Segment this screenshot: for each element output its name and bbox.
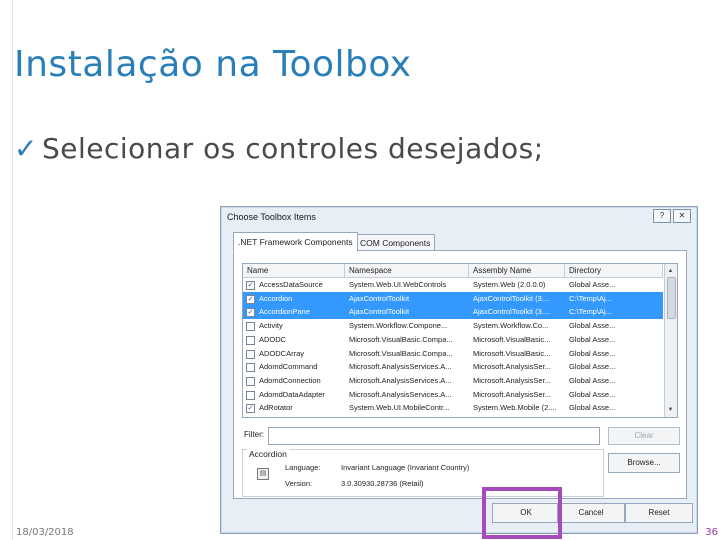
cell-directory: Global Asse... [569, 389, 616, 399]
browse-button[interactable]: Browse... [608, 453, 680, 473]
cell-directory: Global Asse... [569, 375, 616, 385]
cell-name: ADODCArray [259, 348, 305, 358]
cell-namespace: Microsoft.AnalysisServices.A... [349, 389, 452, 399]
cell-assembly: AjaxControlToolkit (3.... [473, 307, 551, 317]
selected-component-name: Accordion [247, 449, 289, 459]
cell-namespace: Microsoft.AnalysisServices.A... [349, 375, 452, 385]
cell-assembly: Microsoft.AnalysisSer... [473, 375, 551, 385]
list-item[interactable]: Activity System.Workflow.Compone... System… [243, 319, 663, 333]
tab-net-framework-components[interactable]: .NET Framework Components [233, 232, 358, 252]
slide-left-rule [12, 0, 13, 540]
cell-namespace: System.Workflow.Compone... [349, 321, 448, 331]
cell-name: Activity [259, 321, 283, 331]
checkmark-icon: ✓ [14, 132, 38, 165]
list-header: Name Namespace Assembly Name Directory [243, 264, 663, 278]
ok-button-highlight [482, 487, 562, 539]
cell-assembly: System.Web (2.0.0.0) [473, 280, 546, 289]
item-checkbox[interactable]: ✓ [246, 294, 255, 304]
column-header-directory[interactable]: Directory [565, 264, 663, 277]
version-value: 3.0.30930.28736 (Retail) [341, 479, 424, 488]
version-label: Version: [285, 479, 313, 488]
cell-namespace: System.Web.UI.MobileContr... [349, 403, 450, 413]
language-value: Invariant Language (Invariant Country) [341, 463, 470, 472]
list-item[interactable]: ✓ AccordionPane AjaxControlToolkit AjaxCont… [243, 305, 663, 319]
item-checkbox[interactable]: ✓ [246, 404, 255, 414]
list-item[interactable]: ✓ AccessDataSource System.Web.UI.WebContro… [243, 278, 663, 292]
cell-directory: Global Asse... [569, 403, 616, 413]
cell-assembly: Microsoft.AnalysisSer... [473, 362, 551, 372]
cell-directory: Global Asse... [569, 362, 616, 372]
help-button[interactable]: ? [653, 209, 671, 223]
cell-name: AdomdCommand [259, 362, 318, 372]
cell-namespace: AjaxControlToolkit [349, 307, 410, 317]
components-list: Name Namespace Assembly Name Directory ✓… [242, 263, 678, 418]
cell-namespace: System.Web.UI.WebControls [349, 280, 447, 289]
cell-name: AccessDataSource [259, 280, 323, 289]
list-item[interactable]: ✓ Accordion AjaxControlToolkit AjaxControlT… [243, 291, 663, 306]
cell-name: Accordion [259, 293, 293, 303]
item-checkbox[interactable] [246, 376, 255, 386]
list-item[interactable]: AdomdConnection Microsoft.AnalysisService… [243, 374, 663, 388]
column-header-name[interactable]: Name [243, 264, 345, 277]
cell-name: ADODC [259, 334, 287, 344]
list-item[interactable]: ADODCArray Microsoft.VisualBasic.Compa...… [243, 347, 663, 361]
cell-assembly: System.Workflow.Co... [473, 321, 549, 331]
cell-directory: Global Asse... [569, 280, 616, 289]
cell-namespace: Microsoft.VisualBasic.Compa... [349, 334, 453, 344]
bullet-item: ✓ Selecionar os controles desejados; [14, 132, 544, 165]
bullet-text: Selecionar os controles desejados; [41, 132, 544, 165]
filter-label: Filter: [244, 430, 264, 439]
cell-assembly: Microsoft.VisualBasic... [473, 334, 551, 344]
language-label: Language: [285, 463, 321, 472]
close-button[interactable]: ✕ [673, 209, 691, 223]
cell-directory: C:\Temp\Aj... [569, 293, 612, 303]
tab-panel: Name Namespace Assembly Name Directory ✓… [233, 250, 687, 499]
choose-toolbox-items-dialog: Choose Toolbox Items ? ✕ .NET Framework … [220, 206, 698, 534]
item-checkbox[interactable]: ✓ [246, 308, 255, 318]
column-header-namespace[interactable]: Namespace [345, 264, 469, 277]
cell-assembly: Microsoft.AnalysisSer... [473, 389, 551, 399]
cell-namespace: Microsoft.AnalysisServices.A... [349, 362, 452, 372]
clear-button[interactable]: Clear [608, 427, 680, 445]
list-item[interactable]: ✓ AdRotator System.Web.UI.MobileContr... Sy… [243, 401, 663, 415]
scroll-thumb[interactable] [667, 277, 676, 319]
cell-namespace: Microsoft.VisualBasic.Compa... [349, 348, 453, 358]
item-checkbox[interactable] [246, 322, 255, 332]
slide-page-number: 36 [705, 527, 718, 538]
list-item[interactable]: AdomdDataAdapter Microsoft.AnalysisServic… [243, 388, 663, 402]
cancel-button[interactable]: Cancel [557, 503, 625, 523]
component-icon: ▤ [257, 468, 269, 480]
slide-title: Instalação na Toolbox [14, 44, 412, 85]
item-checkbox[interactable]: ✓ [246, 281, 255, 290]
filter-input[interactable] [268, 427, 600, 445]
cell-name: AdomdDataAdapter [259, 389, 325, 399]
item-checkbox[interactable] [246, 363, 255, 373]
cell-directory: Global Asse... [569, 348, 616, 358]
cell-name: AdomdConnection [259, 375, 321, 385]
cell-directory: Global Asse... [569, 321, 616, 331]
column-header-assembly-name[interactable]: Assembly Name [469, 264, 565, 277]
list-item[interactable]: AdomdCommand Microsoft.AnalysisServices.A… [243, 360, 663, 374]
scroll-down-icon[interactable]: ▼ [666, 405, 675, 415]
item-checkbox[interactable] [246, 335, 255, 345]
cell-assembly: System.Web.Mobile (2.... [473, 403, 557, 413]
cell-assembly: Microsoft.VisualBasic... [473, 348, 551, 358]
scroll-up-icon[interactable]: ▲ [666, 266, 675, 276]
vertical-scrollbar[interactable]: ▲ ▼ [664, 264, 677, 417]
cell-namespace: AjaxControlToolkit [349, 293, 410, 303]
reset-button[interactable]: Reset [625, 503, 693, 523]
slide-date: 18/03/2018 [16, 527, 74, 538]
item-checkbox[interactable] [246, 390, 255, 400]
dialog-title: Choose Toolbox Items [227, 212, 316, 222]
cell-name: AdRotator [259, 403, 293, 413]
item-checkbox[interactable] [246, 349, 255, 359]
list-item[interactable]: ADODC Microsoft.VisualBasic.Compa... Micro… [243, 333, 663, 347]
cell-directory: C:\Temp\Aj... [569, 307, 612, 317]
cell-directory: Global Asse... [569, 334, 616, 344]
cell-name: AccordionPane [259, 307, 310, 317]
cell-assembly: AjaxControlToolkit (3.... [473, 293, 551, 303]
